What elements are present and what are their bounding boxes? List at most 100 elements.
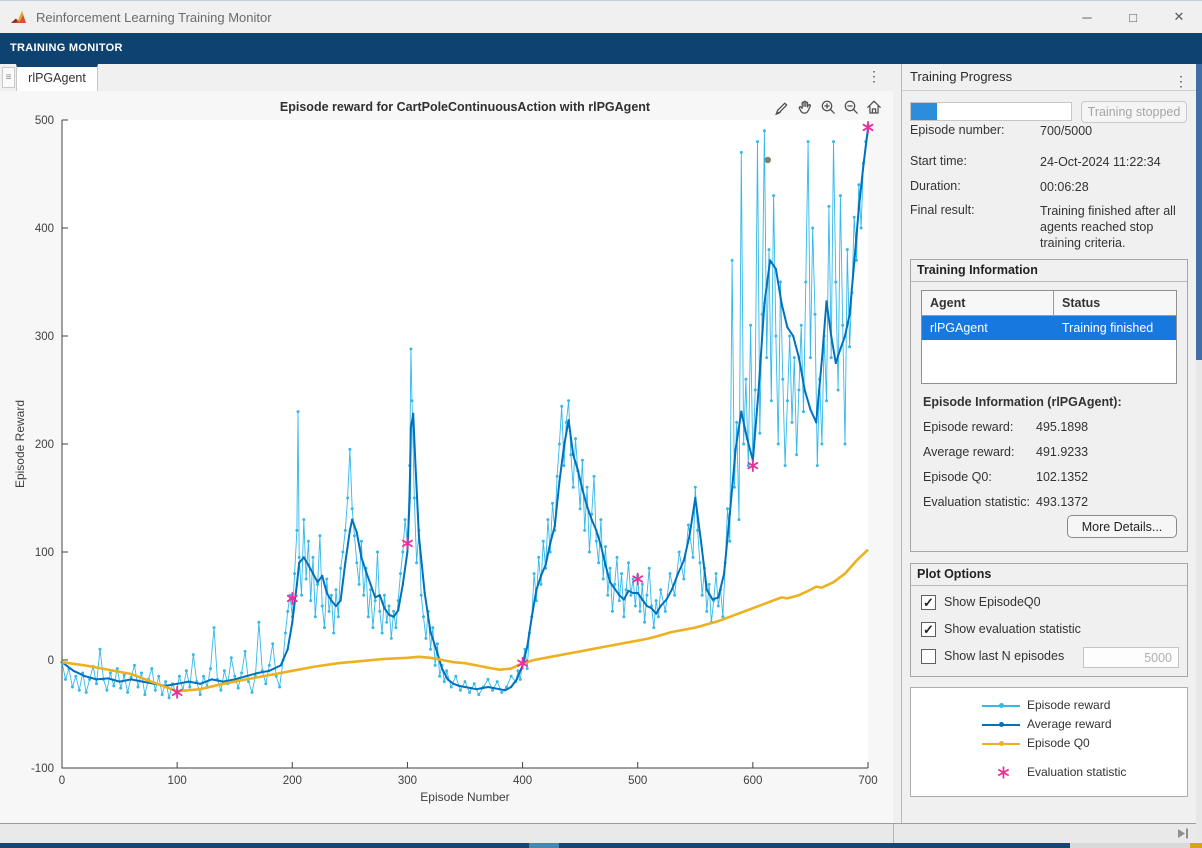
series-marker xyxy=(665,598,667,600)
series-marker xyxy=(729,513,731,515)
series-marker xyxy=(798,357,800,359)
zoom-out-icon[interactable] xyxy=(841,97,861,117)
series-marker xyxy=(99,648,102,651)
series-marker xyxy=(307,564,309,566)
series-marker xyxy=(775,268,777,270)
series-marker xyxy=(302,518,305,521)
series-marker xyxy=(341,551,344,554)
app-window: Reinforcement Learning Training Monitor … xyxy=(0,0,1202,848)
axes-toolbar xyxy=(772,97,884,117)
series-marker xyxy=(328,610,331,613)
series-marker xyxy=(643,621,646,624)
minimize-button[interactable]: ─ xyxy=(1064,1,1110,33)
series-marker xyxy=(404,518,407,521)
series-marker xyxy=(374,596,376,598)
series-marker xyxy=(360,540,363,543)
series-marker xyxy=(853,216,856,219)
table-row[interactable]: rlPGAgent Training finished xyxy=(922,316,1176,340)
training-chart[interactable]: -100010020030040050001002003004005006007… xyxy=(0,91,893,823)
series-marker xyxy=(618,594,620,596)
series-marker xyxy=(434,664,437,667)
episode-number-value: 700/5000 xyxy=(1040,123,1190,139)
document-menu-icon[interactable]: ⋮ xyxy=(867,68,881,85)
series-marker xyxy=(781,303,783,305)
close-button[interactable]: ✕ xyxy=(1156,1,1202,33)
series-marker xyxy=(712,598,714,600)
average-reward-dot-swatch xyxy=(999,722,1004,727)
series-marker xyxy=(531,616,533,618)
series-marker xyxy=(595,529,597,531)
series-marker xyxy=(286,610,289,613)
toolstrip-tab-training-monitor[interactable]: TRAINING MONITOR xyxy=(0,33,1202,64)
series-marker xyxy=(510,686,512,688)
restore-view-home-icon[interactable] xyxy=(864,97,884,117)
series-marker xyxy=(178,675,181,678)
expand-panel-icon[interactable] xyxy=(1176,827,1190,840)
maximize-button[interactable]: □ xyxy=(1110,1,1156,33)
status-bar xyxy=(0,823,1196,843)
series-marker xyxy=(772,194,775,197)
series-marker xyxy=(337,615,340,618)
series-marker xyxy=(199,683,201,685)
series-marker xyxy=(95,678,97,680)
more-details-button[interactable]: More Details... xyxy=(1067,515,1177,538)
series-marker xyxy=(563,445,565,447)
series-marker xyxy=(848,345,851,348)
tab-rlpgagent[interactable]: rlPGAgent xyxy=(16,64,98,91)
plot-option-checkbox-episodeq0[interactable] xyxy=(921,595,936,610)
series-marker xyxy=(802,410,805,413)
series-marker xyxy=(632,578,635,581)
series-marker xyxy=(614,588,616,590)
plot-option-checkbox-last-n[interactable] xyxy=(921,649,936,664)
series-marker xyxy=(470,687,472,689)
series-marker xyxy=(804,281,807,284)
series-marker xyxy=(64,678,67,681)
n-episodes-input[interactable] xyxy=(1083,647,1179,668)
edit-plot-icon[interactable] xyxy=(772,97,792,117)
series-marker xyxy=(678,551,681,554)
series-marker xyxy=(164,680,167,683)
series-marker xyxy=(401,551,404,554)
series-marker xyxy=(504,689,506,691)
series-marker xyxy=(487,678,490,681)
series-marker xyxy=(692,556,695,559)
series-marker xyxy=(814,313,817,316)
training-stopped-button[interactable]: Training stopped xyxy=(1081,101,1187,123)
plot-option-checkbox-evaluation[interactable] xyxy=(921,622,936,637)
series-marker xyxy=(287,648,289,650)
series-marker xyxy=(420,594,423,597)
series-marker xyxy=(443,680,446,683)
plot-area[interactable] xyxy=(62,120,868,768)
series-marker xyxy=(376,551,379,554)
x-axis-label: Episode Number xyxy=(420,790,509,804)
series-marker xyxy=(371,626,374,629)
episode-reward-value: 495.1898 xyxy=(1036,420,1088,434)
y-tick-label: 400 xyxy=(35,223,54,235)
matlab-logo-icon xyxy=(10,9,27,26)
zoom-in-icon[interactable] xyxy=(818,97,838,117)
series-marker xyxy=(209,667,212,670)
series-marker xyxy=(298,556,301,559)
pan-icon[interactable] xyxy=(795,97,815,117)
series-marker xyxy=(360,556,362,558)
panel-splitter[interactable] xyxy=(893,64,902,823)
series-marker xyxy=(383,607,385,609)
series-marker xyxy=(295,529,298,532)
series-marker xyxy=(791,421,794,424)
series-marker xyxy=(627,561,630,564)
series-marker xyxy=(441,668,443,670)
document-grip-icon[interactable]: ≡ xyxy=(2,67,15,88)
status-divider xyxy=(893,824,894,843)
series-marker xyxy=(312,556,315,559)
series-marker xyxy=(717,596,719,598)
series-marker xyxy=(284,632,287,635)
series-marker xyxy=(109,672,112,675)
series-marker xyxy=(602,578,605,581)
series-marker xyxy=(475,688,477,690)
series-marker xyxy=(535,589,537,591)
series-marker xyxy=(540,583,543,586)
series-marker xyxy=(770,399,773,402)
legend-entry-1: Average reward xyxy=(911,717,1187,733)
series-marker xyxy=(804,389,806,391)
series-marker xyxy=(393,616,395,618)
